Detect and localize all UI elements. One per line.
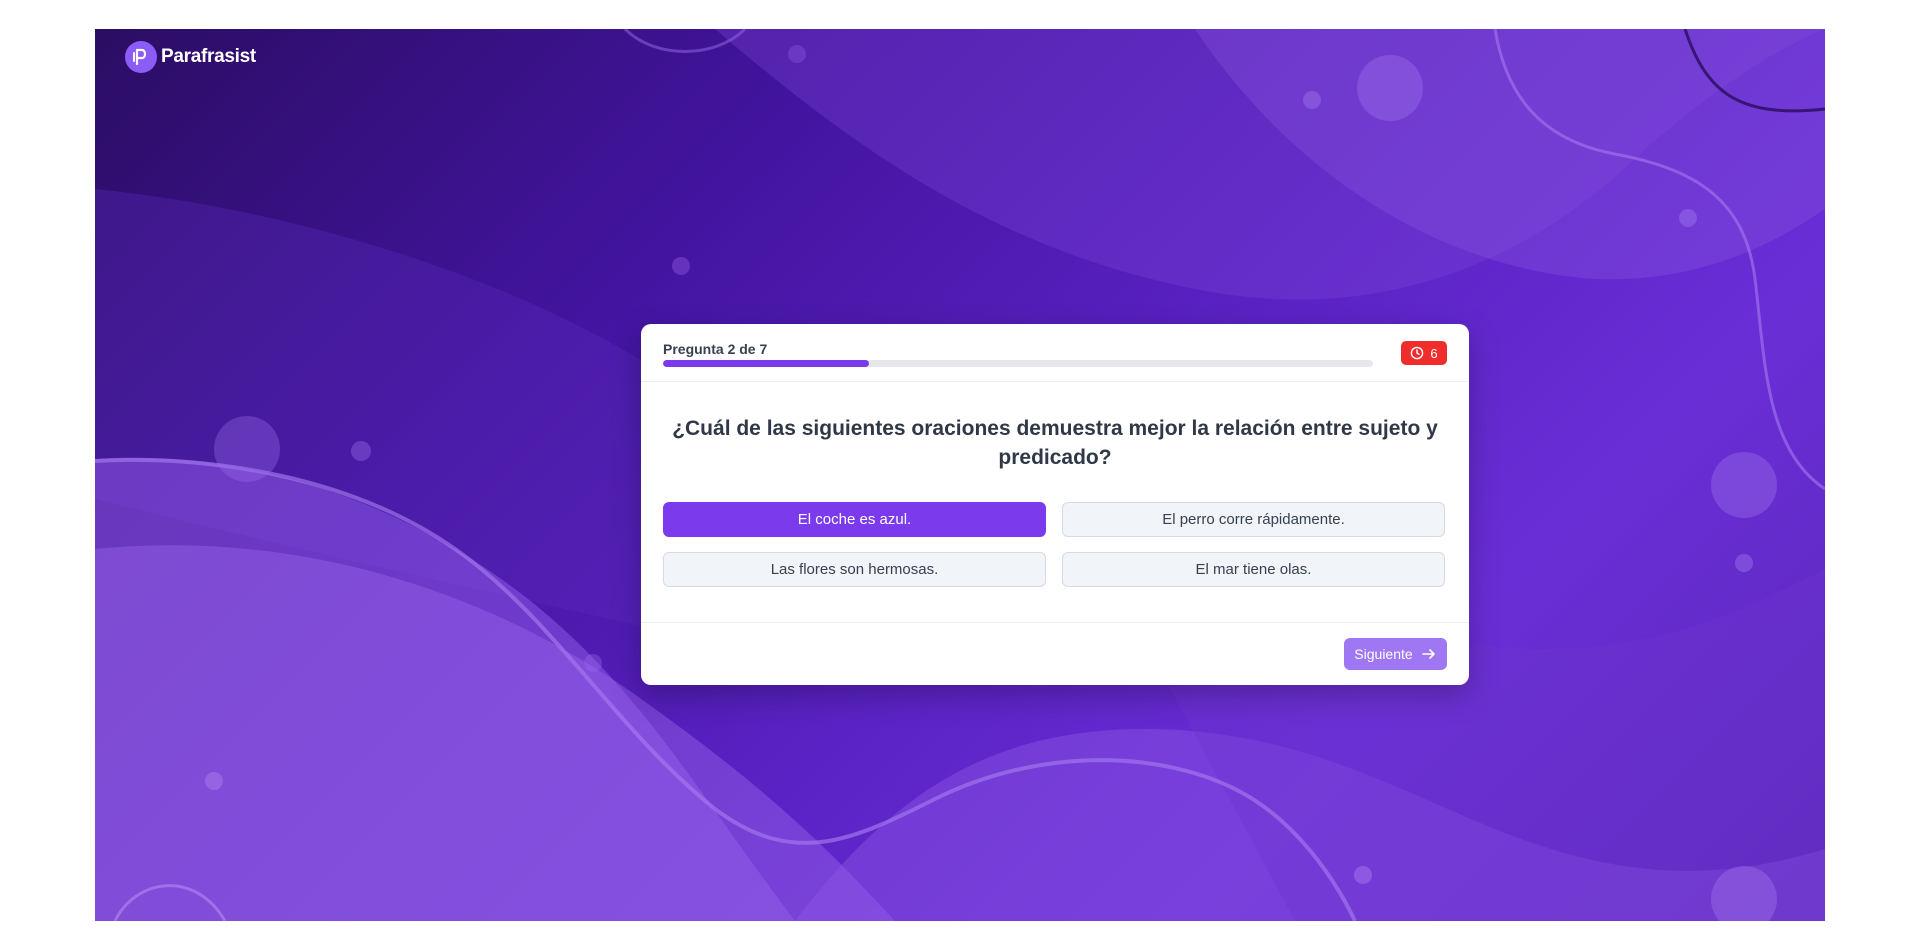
quiz-card-footer-divider bbox=[641, 622, 1469, 623]
question-counter: Pregunta 2 de 7 bbox=[663, 341, 768, 357]
arrow-right-icon bbox=[1421, 649, 1435, 659]
answer-option-label: Las flores son hermosas. bbox=[770, 561, 939, 578]
quiz-card-header: Pregunta 2 de 7 6 bbox=[641, 324, 1469, 382]
quiz-card: Pregunta 2 de 7 6 ¿Cuál de las siguiente… bbox=[641, 324, 1469, 685]
answer-option-1[interactable]: El coche es azul. bbox=[663, 502, 1046, 537]
answer-option-4[interactable]: El mar tiene olas. bbox=[1062, 552, 1445, 587]
answer-option-label: El coche es azul. bbox=[797, 511, 912, 528]
question-text: ¿Cuál de las siguientes oraciones demues… bbox=[672, 417, 1438, 469]
progress-bar bbox=[663, 360, 1373, 367]
parafrasist-logo-icon bbox=[125, 41, 157, 73]
next-button-label: Siguiente bbox=[1354, 646, 1413, 662]
progress-bar-fill bbox=[663, 360, 869, 367]
timer-badge: 6 bbox=[1401, 341, 1447, 365]
timer-value: 6 bbox=[1430, 345, 1438, 361]
answer-option-3[interactable]: Las flores son hermosas. bbox=[663, 552, 1046, 587]
brand-name: Parafrasist bbox=[161, 46, 256, 67]
brand-logo[interactable]: Parafrasist bbox=[125, 41, 256, 73]
clock-icon bbox=[1411, 346, 1424, 360]
answer-option-label: El mar tiene olas. bbox=[1195, 561, 1312, 578]
background-stage: Parafrasist Pregunta 2 de 7 6 ¿Cuál de l… bbox=[95, 29, 1825, 921]
answer-option-label: El perro corre rápidamente. bbox=[1162, 511, 1345, 528]
answer-option-2[interactable]: El perro corre rápidamente. bbox=[1062, 502, 1445, 537]
next-button[interactable]: Siguiente bbox=[1344, 638, 1447, 670]
